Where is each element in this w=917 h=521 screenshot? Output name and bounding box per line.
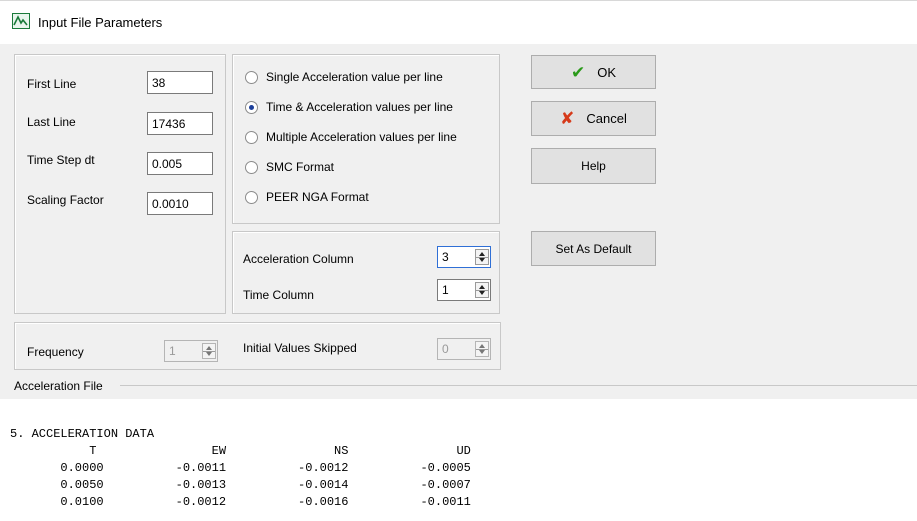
initial-values-skipped-spinner[interactable]: 0: [437, 338, 491, 360]
window-title: Input File Parameters: [38, 15, 163, 30]
time-step-input[interactable]: 0.005: [147, 152, 213, 175]
file-line: 0.0050 -0.0013 -0.0014 -0.0007: [10, 478, 471, 492]
time-step-label: Time Step dt: [27, 153, 95, 167]
spinner-value: 1: [442, 283, 449, 297]
spinner-arrows[interactable]: [475, 341, 489, 357]
arrow-down-icon[interactable]: [479, 350, 485, 354]
radio-label: SMC Format: [266, 160, 335, 174]
radio-label: Time & Acceleration values per line: [266, 100, 453, 114]
cross-icon: ✘: [560, 109, 575, 128]
section-divider: [120, 385, 917, 386]
arrow-up-icon[interactable]: [206, 346, 212, 350]
spinner-value: 1: [169, 344, 176, 358]
arrow-up-icon[interactable]: [479, 344, 485, 348]
checkmark-icon: ✔: [570, 62, 586, 82]
spinner-value: 3: [442, 250, 449, 264]
last-line-label: Last Line: [27, 115, 76, 129]
acceleration-column-spinner[interactable]: 3: [437, 246, 491, 268]
radio-button[interactable]: [245, 190, 258, 204]
file-line: 5. ACCELERATION DATA: [10, 427, 155, 441]
set-as-default-button-label: Set As Default: [555, 241, 632, 256]
file-line: T EW NS UD: [10, 444, 471, 458]
cancel-button-label: Cancel: [586, 111, 627, 126]
radio-label: Single Acceleration value per line: [266, 70, 443, 84]
set-as-default-button[interactable]: Set As Default: [531, 231, 656, 266]
help-button[interactable]: Help: [531, 148, 656, 184]
radio-smc-format[interactable]: SMC Format: [245, 158, 334, 176]
arrow-up-icon[interactable]: [479, 285, 485, 289]
arrow-down-icon[interactable]: [206, 352, 212, 356]
time-column-spinner[interactable]: 1: [437, 279, 491, 301]
help-button-label: Help: [581, 159, 606, 173]
file-line: 0.0100 -0.0012 -0.0016 -0.0011: [10, 495, 471, 509]
time-column-label: Time Column: [243, 288, 314, 302]
cancel-button[interactable]: ✘ Cancel: [531, 101, 656, 136]
scaling-factor-input[interactable]: 0.0010: [147, 192, 213, 215]
title-bar: Input File Parameters: [0, 0, 917, 44]
acceleration-file-label: Acceleration File: [14, 379, 103, 393]
app-icon: [12, 13, 30, 29]
ok-button-label: OK: [597, 64, 617, 80]
radio-single-acceleration[interactable]: Single Acceleration value per line: [245, 68, 443, 86]
radio-multiple-acceleration[interactable]: Multiple Acceleration values per line: [245, 128, 457, 146]
line-parameters-group: First Line 38 Last Line 17436 Time Step …: [14, 54, 226, 314]
spinner-arrows[interactable]: [475, 249, 489, 265]
acceleration-file-preview[interactable]: 5. ACCELERATION DATA T EW NS UD 0.0000 -…: [0, 399, 917, 521]
format-options-group: Single Acceleration value per line Time …: [232, 54, 500, 224]
dialog-body: First Line 38 Last Line 17436 Time Step …: [0, 44, 917, 399]
first-line-input[interactable]: 38: [147, 71, 213, 94]
radio-label: Multiple Acceleration values per line: [266, 130, 457, 144]
arrow-down-icon[interactable]: [479, 291, 485, 295]
radio-selected-dot: [249, 104, 254, 110]
radio-button-selected[interactable]: [245, 100, 258, 114]
initial-values-skipped-label: Initial Values Skipped: [243, 341, 357, 355]
radio-time-acceleration[interactable]: Time & Acceleration values per line: [245, 98, 453, 116]
radio-button[interactable]: [245, 130, 258, 144]
radio-button[interactable]: [245, 70, 258, 84]
frequency-label: Frequency: [27, 345, 84, 359]
scaling-factor-label: Scaling Factor: [27, 193, 104, 207]
sampling-group: Frequency 1 Initial Values Skipped 0: [14, 322, 501, 370]
radio-peer-nga-format[interactable]: PEER NGA Format: [245, 188, 369, 206]
arrow-down-icon[interactable]: [479, 258, 485, 262]
first-line-label: First Line: [27, 77, 77, 91]
spinner-arrows[interactable]: [202, 343, 216, 359]
spinner-value: 0: [442, 342, 449, 356]
last-line-input[interactable]: 17436: [147, 112, 213, 135]
acceleration-column-label: Acceleration Column: [243, 252, 354, 266]
ok-button[interactable]: ✔ OK: [531, 55, 656, 89]
radio-label: PEER NGA Format: [266, 190, 369, 204]
radio-button[interactable]: [245, 160, 258, 174]
file-line: 0.0000 -0.0011 -0.0012 -0.0005: [10, 461, 471, 475]
column-settings-group: Acceleration Column 3 Time Column 1: [232, 231, 500, 314]
frequency-spinner[interactable]: 1: [164, 340, 218, 362]
spinner-arrows[interactable]: [475, 282, 489, 298]
arrow-up-icon[interactable]: [479, 252, 485, 256]
